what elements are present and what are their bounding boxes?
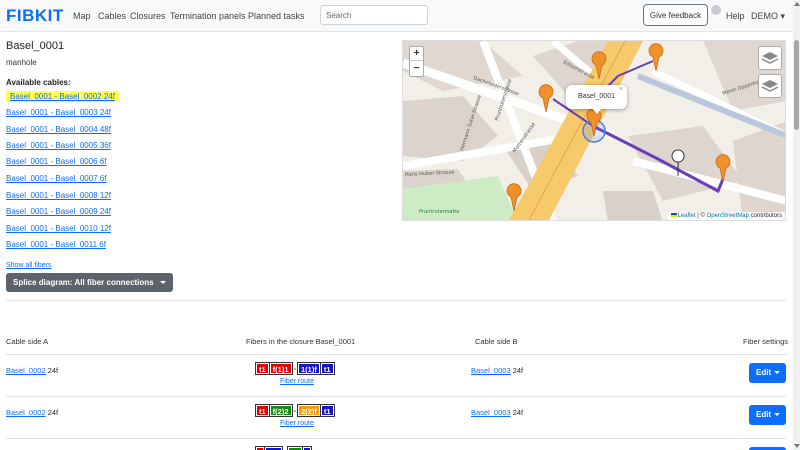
table-row-cell-side-b: Basel_0003 24f: [471, 366, 523, 375]
fiber-count: 24f: [510, 366, 524, 375]
map-attribution: Leaflet | © OpenStreetMap contributors: [667, 212, 785, 220]
column-header-settings: Fiber settings: [743, 337, 789, 346]
available-cables-heading: Available cables:: [6, 78, 71, 87]
fiber-count: 24f: [510, 408, 524, 417]
nav-link-termination-panels[interactable]: Termination panels: [170, 11, 246, 21]
cable-link[interactable]: Basel_0001 - Basel_0003 24f: [6, 108, 111, 117]
avatar[interactable]: [711, 5, 721, 15]
column-header-side-a: Cable side A: [6, 337, 49, 346]
fiber-route-link[interactable]: Fiber route: [280, 420, 314, 427]
give-feedback-button[interactable]: Give feedback: [643, 4, 708, 26]
fiber-chips: t1 f(2)2-2(2)f t1: [255, 404, 335, 417]
cable-side-b-link[interactable]: Basel_0003: [471, 408, 511, 417]
search-input[interactable]: [320, 5, 428, 25]
scroll-up-arrow-icon[interactable]: [794, 2, 800, 6]
nav-link-planned-tasks[interactable]: Planned tasks: [248, 11, 305, 21]
fiber-chip: 2(2)f: [297, 404, 321, 417]
fiber-chip: 1(1)f: [297, 362, 321, 375]
cable-link[interactable]: Basel_0001 - Basel_0010 12f: [6, 224, 111, 233]
layers-icon[interactable]: [758, 46, 782, 70]
show-all-fibers-link[interactable]: Show all fibers: [6, 262, 52, 269]
fiber-chips: t1 f(1)1-1(1)f t1: [255, 362, 335, 375]
edit-dropdown-button[interactable]: Edit: [749, 363, 786, 383]
close-icon[interactable]: ×: [619, 86, 623, 93]
edit-label: Edit: [756, 410, 772, 419]
svg-text:Pruntrutermatte: Pruntrutermatte: [419, 209, 459, 215]
cable-link[interactable]: Basel_0001 - Basel_0009 24f: [6, 207, 111, 216]
map-tiles: Dachsfelderstrasse Edisonstrasse Meret O…: [403, 41, 785, 220]
fiber-separator: -: [292, 405, 298, 416]
fiber-chip: t1: [319, 404, 335, 417]
table-row-cell-side-a: Basel_0002 24f: [6, 408, 58, 417]
openstreetmap-link[interactable]: OpenStreetMap: [707, 213, 749, 219]
cable-side-a-link[interactable]: Basel_0002: [6, 408, 46, 417]
popup-label: Basel_0001: [578, 93, 615, 100]
fiber-chip: t1: [255, 362, 270, 375]
layers-icon[interactable]: [758, 74, 782, 98]
attribution-separator: | ©: [695, 213, 707, 219]
scrollbar-thumb[interactable]: [794, 40, 799, 130]
leaflet-link[interactable]: Leaflet: [678, 213, 696, 219]
zoom-out-button[interactable]: −: [410, 62, 423, 76]
user-menu-dropdown[interactable]: DEMO ▾: [751, 11, 785, 22]
fiber-count: 24f: [45, 408, 59, 417]
zoom-in-button[interactable]: +: [410, 47, 423, 61]
fiber-separator: -: [292, 363, 298, 374]
edit-label: Edit: [756, 368, 772, 377]
fiber-chip: t1: [319, 362, 335, 375]
cable-link[interactable]: Basel_0001 - Basel_0002 24f: [6, 91, 119, 102]
fiber-count: 24f: [45, 366, 59, 375]
fibkit-logo[interactable]: FIBKIT: [6, 6, 64, 26]
fiber-chip: f(2)2: [268, 404, 293, 417]
cable-link[interactable]: Basel_0001 - Basel_0004 48f: [6, 125, 111, 134]
fiber-route-link[interactable]: Fiber route: [280, 378, 314, 385]
chevron-down-icon: [774, 371, 780, 374]
row-divider: [6, 396, 786, 397]
cable-link[interactable]: Basel_0001 - Basel_0007 6f: [6, 174, 107, 183]
chevron-down-icon: [160, 281, 166, 284]
table-row-cell-side-b: Basel_0003 24f: [471, 408, 523, 417]
nav-link-closures[interactable]: Closures: [130, 11, 166, 21]
ukraine-flag-icon: [670, 213, 677, 218]
cable-link[interactable]: Basel_0001 - Basel_0005 36f: [6, 141, 111, 150]
fiber-chip: f(1)1: [268, 362, 293, 375]
attribution-tail: contributors: [748, 213, 782, 219]
cable-link[interactable]: Basel_0001 - Basel_0011 6f: [6, 240, 106, 249]
map-view[interactable]: Dachsfelderstrasse Edisonstrasse Meret O…: [402, 40, 786, 221]
map-zoom-control: + −: [409, 46, 424, 77]
page-scrollbar[interactable]: [793, 0, 800, 450]
map-popup: Basel_0001 ×: [566, 85, 627, 114]
splice-diagram-dropdown[interactable]: Splice diagram: All fiber connections: [6, 273, 173, 292]
row-divider: [6, 438, 786, 439]
row-divider: [6, 354, 786, 355]
nav-link-map[interactable]: Map: [73, 11, 91, 21]
page-title: Basel_0001: [6, 40, 65, 52]
splice-diagram-label: Splice diagram: All fiber connections: [13, 278, 154, 287]
column-header-side-b: Cable side B: [475, 337, 518, 346]
nav-link-cables[interactable]: Cables: [98, 11, 126, 21]
closure-type: manhole: [6, 58, 37, 67]
edit-dropdown-button[interactable]: Edit: [749, 405, 786, 425]
fiber-chip: t1: [255, 404, 270, 417]
table-row-cell-side-a: Basel_0002 24f: [6, 366, 58, 375]
popup-tip: [592, 108, 602, 114]
cable-link[interactable]: Basel_0001 - Basel_0006 6f: [6, 157, 107, 166]
help-link[interactable]: Help: [726, 11, 745, 21]
cable-side-a-link[interactable]: Basel_0002: [6, 366, 46, 375]
cable-link[interactable]: Basel_0001 - Basel_0008 12f: [6, 191, 111, 200]
scroll-down-arrow-icon[interactable]: [794, 444, 800, 448]
top-navbar: FIBKIT Map Cables Closures Termination p…: [0, 0, 793, 32]
chevron-down-icon: [774, 413, 780, 416]
column-header-fibers: Fibers in the closure Basel_0001: [246, 337, 356, 346]
divider: [6, 300, 786, 301]
cable-side-b-link[interactable]: Basel_0003: [471, 366, 511, 375]
